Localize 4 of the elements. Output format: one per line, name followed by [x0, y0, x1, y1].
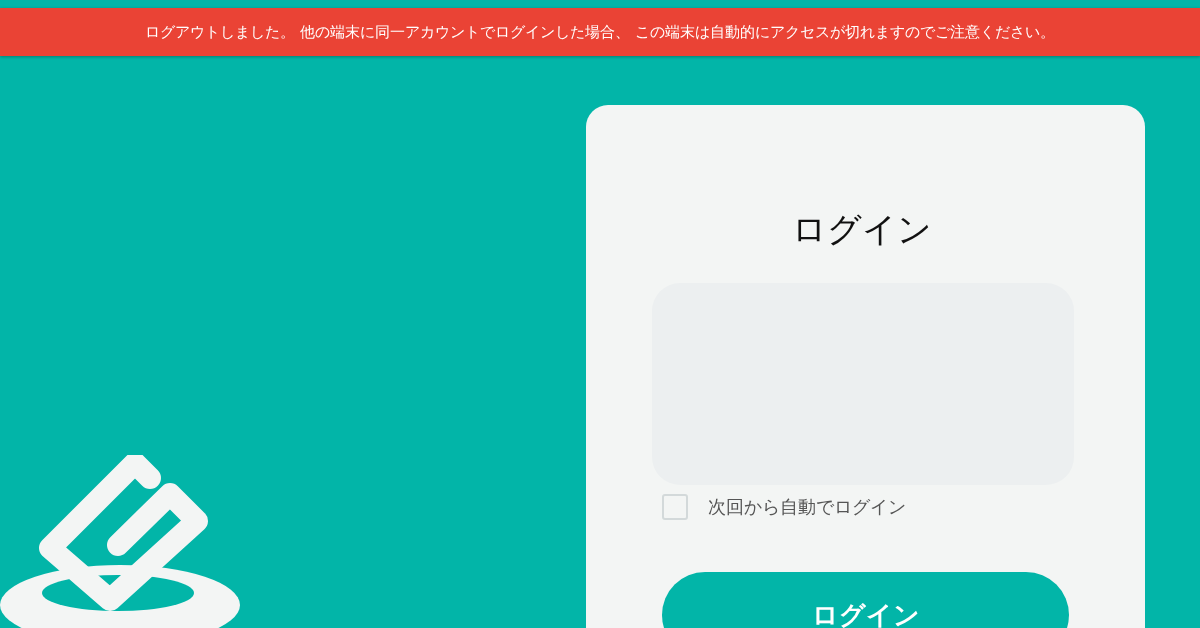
remember-checkbox[interactable] [662, 494, 688, 520]
login-heading: ログイン [792, 208, 932, 251]
logout-message: ログアウトしました。 他の端末に同一アカウントでログインした場合、 この端末は自動的にアクセスが切れますのでご注意ください。 [145, 22, 1055, 42]
remember-label[interactable]: 次回から自動でログイン [708, 495, 906, 519]
